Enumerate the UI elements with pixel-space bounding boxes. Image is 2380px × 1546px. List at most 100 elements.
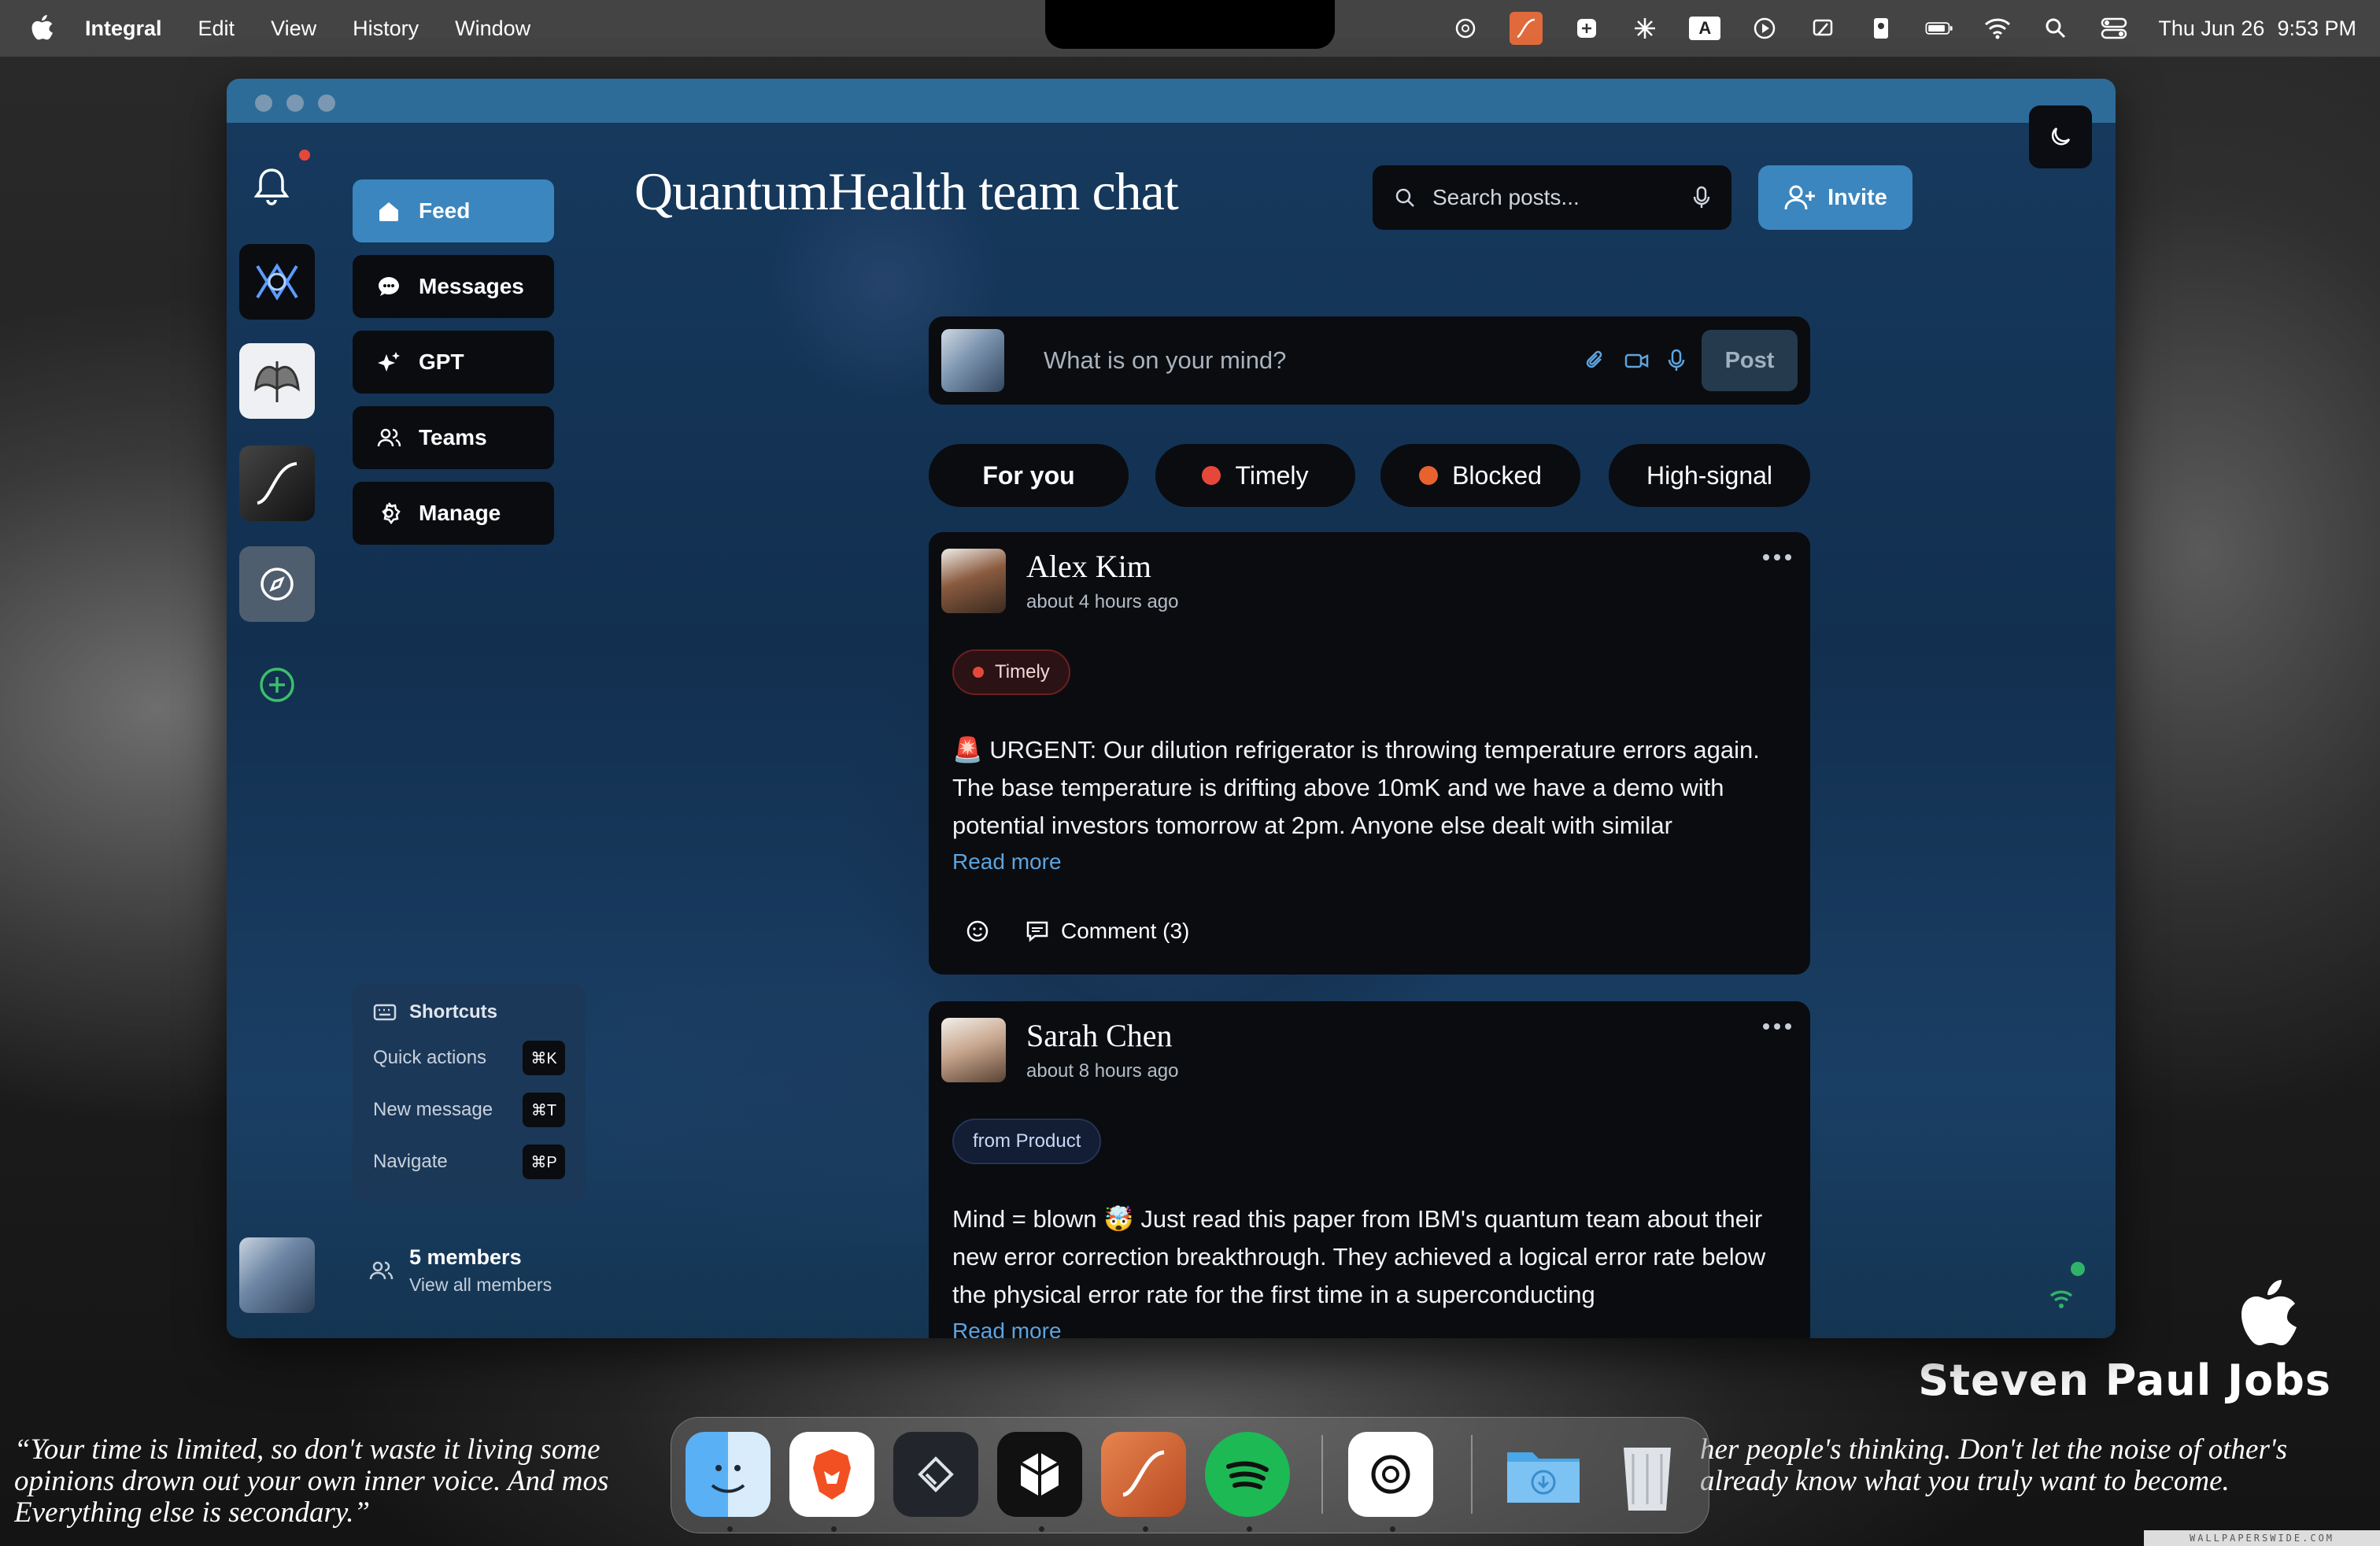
- author-avatar[interactable]: [941, 1017, 1006, 1082]
- comment-icon: [1026, 921, 1048, 942]
- spotify-icon[interactable]: [1205, 1432, 1290, 1517]
- more-options-icon[interactable]: [1761, 553, 1793, 562]
- wallpaper-quote-right: her people's thinking. Don't let the noi…: [1700, 1434, 2288, 1497]
- theme-toggle-button[interactable]: [2029, 105, 2092, 168]
- screen-icon[interactable]: [1809, 14, 1837, 43]
- window-minimize-button[interactable]: [286, 94, 304, 112]
- post-timestamp: about 4 hours ago: [1026, 591, 1179, 612]
- window-titlebar: [227, 79, 2116, 123]
- shortcut-new-message[interactable]: New message ⌘T: [373, 1093, 565, 1127]
- bell-icon[interactable]: [252, 165, 291, 209]
- workspace-curve-icon[interactable]: [239, 446, 315, 521]
- search-icon: [1395, 188, 1414, 207]
- workspace-quantum-icon[interactable]: [239, 244, 315, 320]
- post-tag-timely[interactable]: Timely: [952, 649, 1070, 695]
- menu-bar: Integral Edit View History Window A Thu …: [0, 0, 2380, 57]
- chatgpt-icon[interactable]: [1348, 1432, 1433, 1517]
- menu-view[interactable]: View: [271, 17, 316, 41]
- post-author[interactable]: Alex Kim: [1026, 548, 1179, 585]
- linear-icon[interactable]: [893, 1432, 978, 1517]
- filter-timely[interactable]: Timely: [1155, 444, 1355, 507]
- read-more-link[interactable]: Read more: [952, 1319, 1787, 1338]
- post-composer: What is on your mind? Post: [929, 316, 1810, 405]
- add-workspace-icon[interactable]: [239, 647, 315, 723]
- shortcut-key: ⌘K: [523, 1041, 565, 1075]
- paperclip-icon[interactable]: [1584, 349, 1607, 372]
- nav-messages-button[interactable]: Messages: [353, 255, 554, 318]
- users-icon: [377, 428, 401, 447]
- chat-bubble-icon: [379, 277, 399, 296]
- timely-dot: [973, 667, 984, 678]
- shortcuts-panel: Shortcuts Quick actions ⌘K New message ⌘…: [353, 984, 586, 1201]
- post-tag-from-product[interactable]: from Product: [952, 1119, 1102, 1164]
- trash-icon[interactable]: [1605, 1432, 1690, 1517]
- filter-high-signal[interactable]: High-signal: [1609, 444, 1810, 507]
- add-user-icon: [1784, 185, 1816, 210]
- video-icon[interactable]: [1624, 349, 1650, 372]
- emoji-reaction-icon[interactable]: [965, 919, 990, 944]
- claude-icon[interactable]: [1631, 14, 1659, 43]
- chatgpt-icon[interactable]: [1451, 14, 1480, 43]
- blocked-dot: [1419, 466, 1439, 485]
- nav-manage-button[interactable]: Manage: [353, 482, 554, 545]
- brave-icon[interactable]: [789, 1432, 874, 1517]
- author-avatar[interactable]: [941, 548, 1006, 613]
- window-zoom-button[interactable]: [318, 94, 335, 112]
- read-more-link[interactable]: Read more: [952, 849, 1787, 875]
- apple-menu-icon[interactable]: [30, 15, 54, 42]
- invite-button[interactable]: Invite: [1758, 165, 1913, 230]
- wallpaper-quote-left: “Your time is limited, so don't waste it…: [14, 1434, 609, 1529]
- downloads-folder-icon[interactable]: [1501, 1432, 1586, 1517]
- shortcut-key: ⌘T: [523, 1093, 565, 1127]
- post-body: 🚨 URGENT: Our dilution refrigerator is t…: [952, 736, 1760, 839]
- perplexity-icon[interactable]: [1572, 14, 1601, 43]
- window-close-button[interactable]: [255, 94, 272, 112]
- view-all-members-link[interactable]: View all members: [409, 1274, 552, 1296]
- nav-feed-button[interactable]: Feed: [353, 179, 554, 242]
- shortcut-quick-actions[interactable]: Quick actions ⌘K: [373, 1041, 565, 1075]
- shortcuts-title: Shortcuts: [409, 1001, 498, 1023]
- camera-notch: [1045, 0, 1335, 49]
- play-icon[interactable]: [1750, 14, 1779, 43]
- integral-icon[interactable]: [1101, 1432, 1186, 1517]
- wifi-icon[interactable]: [1983, 14, 2012, 43]
- wallpaper-name: Steven Paul Jobs: [1918, 1356, 2331, 1405]
- moon-icon: [2051, 127, 2071, 146]
- users-icon: [369, 1261, 394, 1280]
- menu-app-name[interactable]: Integral: [85, 17, 162, 41]
- shortcut-navigate[interactable]: Navigate ⌘P: [373, 1145, 565, 1179]
- microphone-icon[interactable]: [1667, 348, 1686, 373]
- members-link[interactable]: 5 members View all members: [368, 1245, 552, 1296]
- input-source-icon[interactable]: A: [1689, 17, 1721, 40]
- control-center-icon[interactable]: [2100, 14, 2128, 43]
- spotlight-icon[interactable]: [2042, 14, 2070, 43]
- filter-blocked[interactable]: Blocked: [1380, 444, 1580, 507]
- post-button[interactable]: Post: [1702, 330, 1798, 391]
- keyboard-icon: [373, 1004, 397, 1021]
- workspace-angel-icon[interactable]: [239, 343, 315, 419]
- timely-dot: [1202, 466, 1221, 485]
- menu-edit[interactable]: Edit: [198, 17, 235, 41]
- menu-window[interactable]: Window: [455, 17, 530, 41]
- sparkles-icon: [378, 352, 400, 372]
- post-author[interactable]: Sarah Chen: [1026, 1017, 1179, 1054]
- comment-button[interactable]: Comment (3): [1025, 919, 1189, 944]
- search-input[interactable]: Search posts...: [1373, 165, 1731, 230]
- app-orange-icon[interactable]: [1510, 12, 1543, 45]
- filter-for-you[interactable]: For you: [929, 444, 1129, 507]
- contact-icon[interactable]: [1867, 14, 1895, 43]
- explore-compass-icon[interactable]: [239, 546, 315, 622]
- current-user-avatar[interactable]: [239, 1237, 315, 1313]
- wallpaper-credit: WALLPAPERSWIDE.COM: [2144, 1530, 2380, 1546]
- perplexity-icon[interactable]: [997, 1432, 1082, 1517]
- composer-input[interactable]: What is on your mind?: [1020, 346, 1568, 375]
- menu-history[interactable]: History: [353, 17, 419, 41]
- shortcut-key: ⌘P: [523, 1145, 565, 1179]
- more-options-icon[interactable]: [1761, 1022, 1793, 1031]
- menu-clock[interactable]: Thu Jun 26 9:53 PM: [2158, 17, 2356, 41]
- nav-teams-button[interactable]: Teams: [353, 406, 554, 469]
- battery-icon: [1925, 14, 1953, 43]
- finder-icon[interactable]: [686, 1432, 771, 1517]
- nav-gpt-button[interactable]: GPT: [353, 331, 554, 394]
- microphone-icon[interactable]: [1692, 185, 1711, 210]
